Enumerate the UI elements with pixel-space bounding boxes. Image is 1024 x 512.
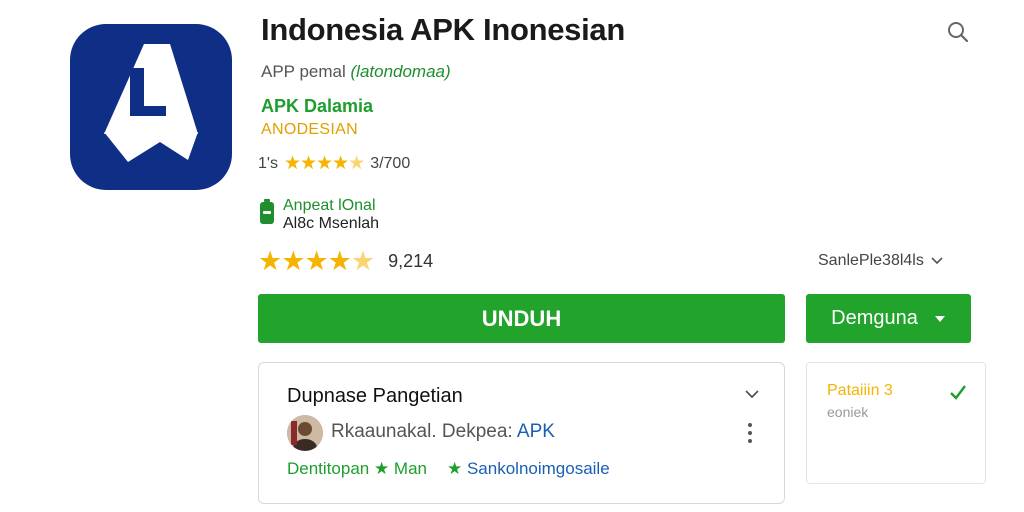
app-icon <box>70 24 232 190</box>
small-rating-prefix: 1's <box>258 154 278 172</box>
star-icon: ★ <box>316 153 333 174</box>
category-label: ANODESIAN <box>261 121 358 138</box>
review-filter-dropdown[interactable]: SanlePle38l4ls <box>818 252 944 270</box>
app-title: Indonesia APK Inonesian <box>261 12 626 47</box>
card-title: Dupnase Pangetian <box>287 385 463 407</box>
phone-battery-icon <box>260 199 274 224</box>
rating-row: ★★★★★ 9,214 <box>258 246 433 277</box>
star-icon: ★ <box>348 153 365 174</box>
developer-link[interactable]: APK Dalamia <box>261 96 373 117</box>
author-line: Rkaaunakal. Dekpea: APK <box>331 421 555 443</box>
star-icon: ★ <box>283 153 301 174</box>
tag-1[interactable]: Dentitopan ★ Man <box>287 459 427 479</box>
star-icon: ★ <box>446 459 463 478</box>
side-card-title: Pataiiin 3 <box>827 382 893 399</box>
star-icon: ★ <box>350 246 375 276</box>
more-vert-icon[interactable] <box>745 421 755 445</box>
subtitle-name: pemal <box>299 62 346 81</box>
app-subtitle: APP pemal (latondomaa) <box>261 62 451 82</box>
small-star-rating: ★★★★★ <box>283 152 365 175</box>
star-icon: ★ <box>281 246 305 276</box>
side-card: Pataiiin 3 eoniek <box>806 362 986 484</box>
small-rating-row: 1's ★★★★★ 3/700 <box>258 152 410 175</box>
options-dropdown-button[interactable]: Demguna <box>806 294 971 343</box>
star-icon: ★ <box>332 153 349 174</box>
avatar <box>287 415 323 451</box>
filter-label: SanlePle38l4ls <box>818 252 924 269</box>
tag-2-label: Sankolnoimgosaile <box>466 459 610 478</box>
check-icon[interactable] <box>947 381 969 403</box>
star-icon: ★ <box>327 246 352 276</box>
download-button[interactable]: UNDUH <box>258 294 785 343</box>
tag-row: Dentitopan ★ Man ★ Sankolnoimgosaile <box>287 459 610 479</box>
app-logo-glyph <box>104 44 198 162</box>
subtitle-prefix: APP <box>261 62 295 81</box>
author-link[interactable]: APK <box>517 421 555 442</box>
info-card: Dupnase Pangetian Rkaaunakal. Dekpea: AP… <box>258 362 785 504</box>
star-icon: ★ <box>304 246 328 276</box>
star-rating: ★★★★★ <box>258 246 375 277</box>
star-icon: ★ <box>300 153 317 174</box>
star-icon: ★ <box>258 246 282 276</box>
side-card-subtitle: eoniek <box>827 404 869 420</box>
tag-2[interactable]: ★ Sankolnoimgosaile <box>447 459 610 479</box>
rating-count: 9,214 <box>388 251 434 271</box>
options-dropdown-label: Demguna <box>831 307 918 329</box>
small-rating-count: 3/700 <box>370 154 411 172</box>
content-badge: Anpeat lOnal Al8c Msenlah <box>259 197 379 233</box>
caret-down-icon <box>934 315 945 322</box>
chevron-down-icon <box>931 257 943 265</box>
search-icon[interactable] <box>944 18 972 46</box>
badge-line-2: Al8c Msenlah <box>283 215 380 232</box>
author-name: Rkaaunakal. Dekpea: <box>331 421 513 442</box>
subtitle-paren: (latondomaa) <box>350 62 451 81</box>
badge-line-1: Anpeat lOnal <box>283 197 376 214</box>
chevron-down-icon[interactable] <box>743 385 761 403</box>
